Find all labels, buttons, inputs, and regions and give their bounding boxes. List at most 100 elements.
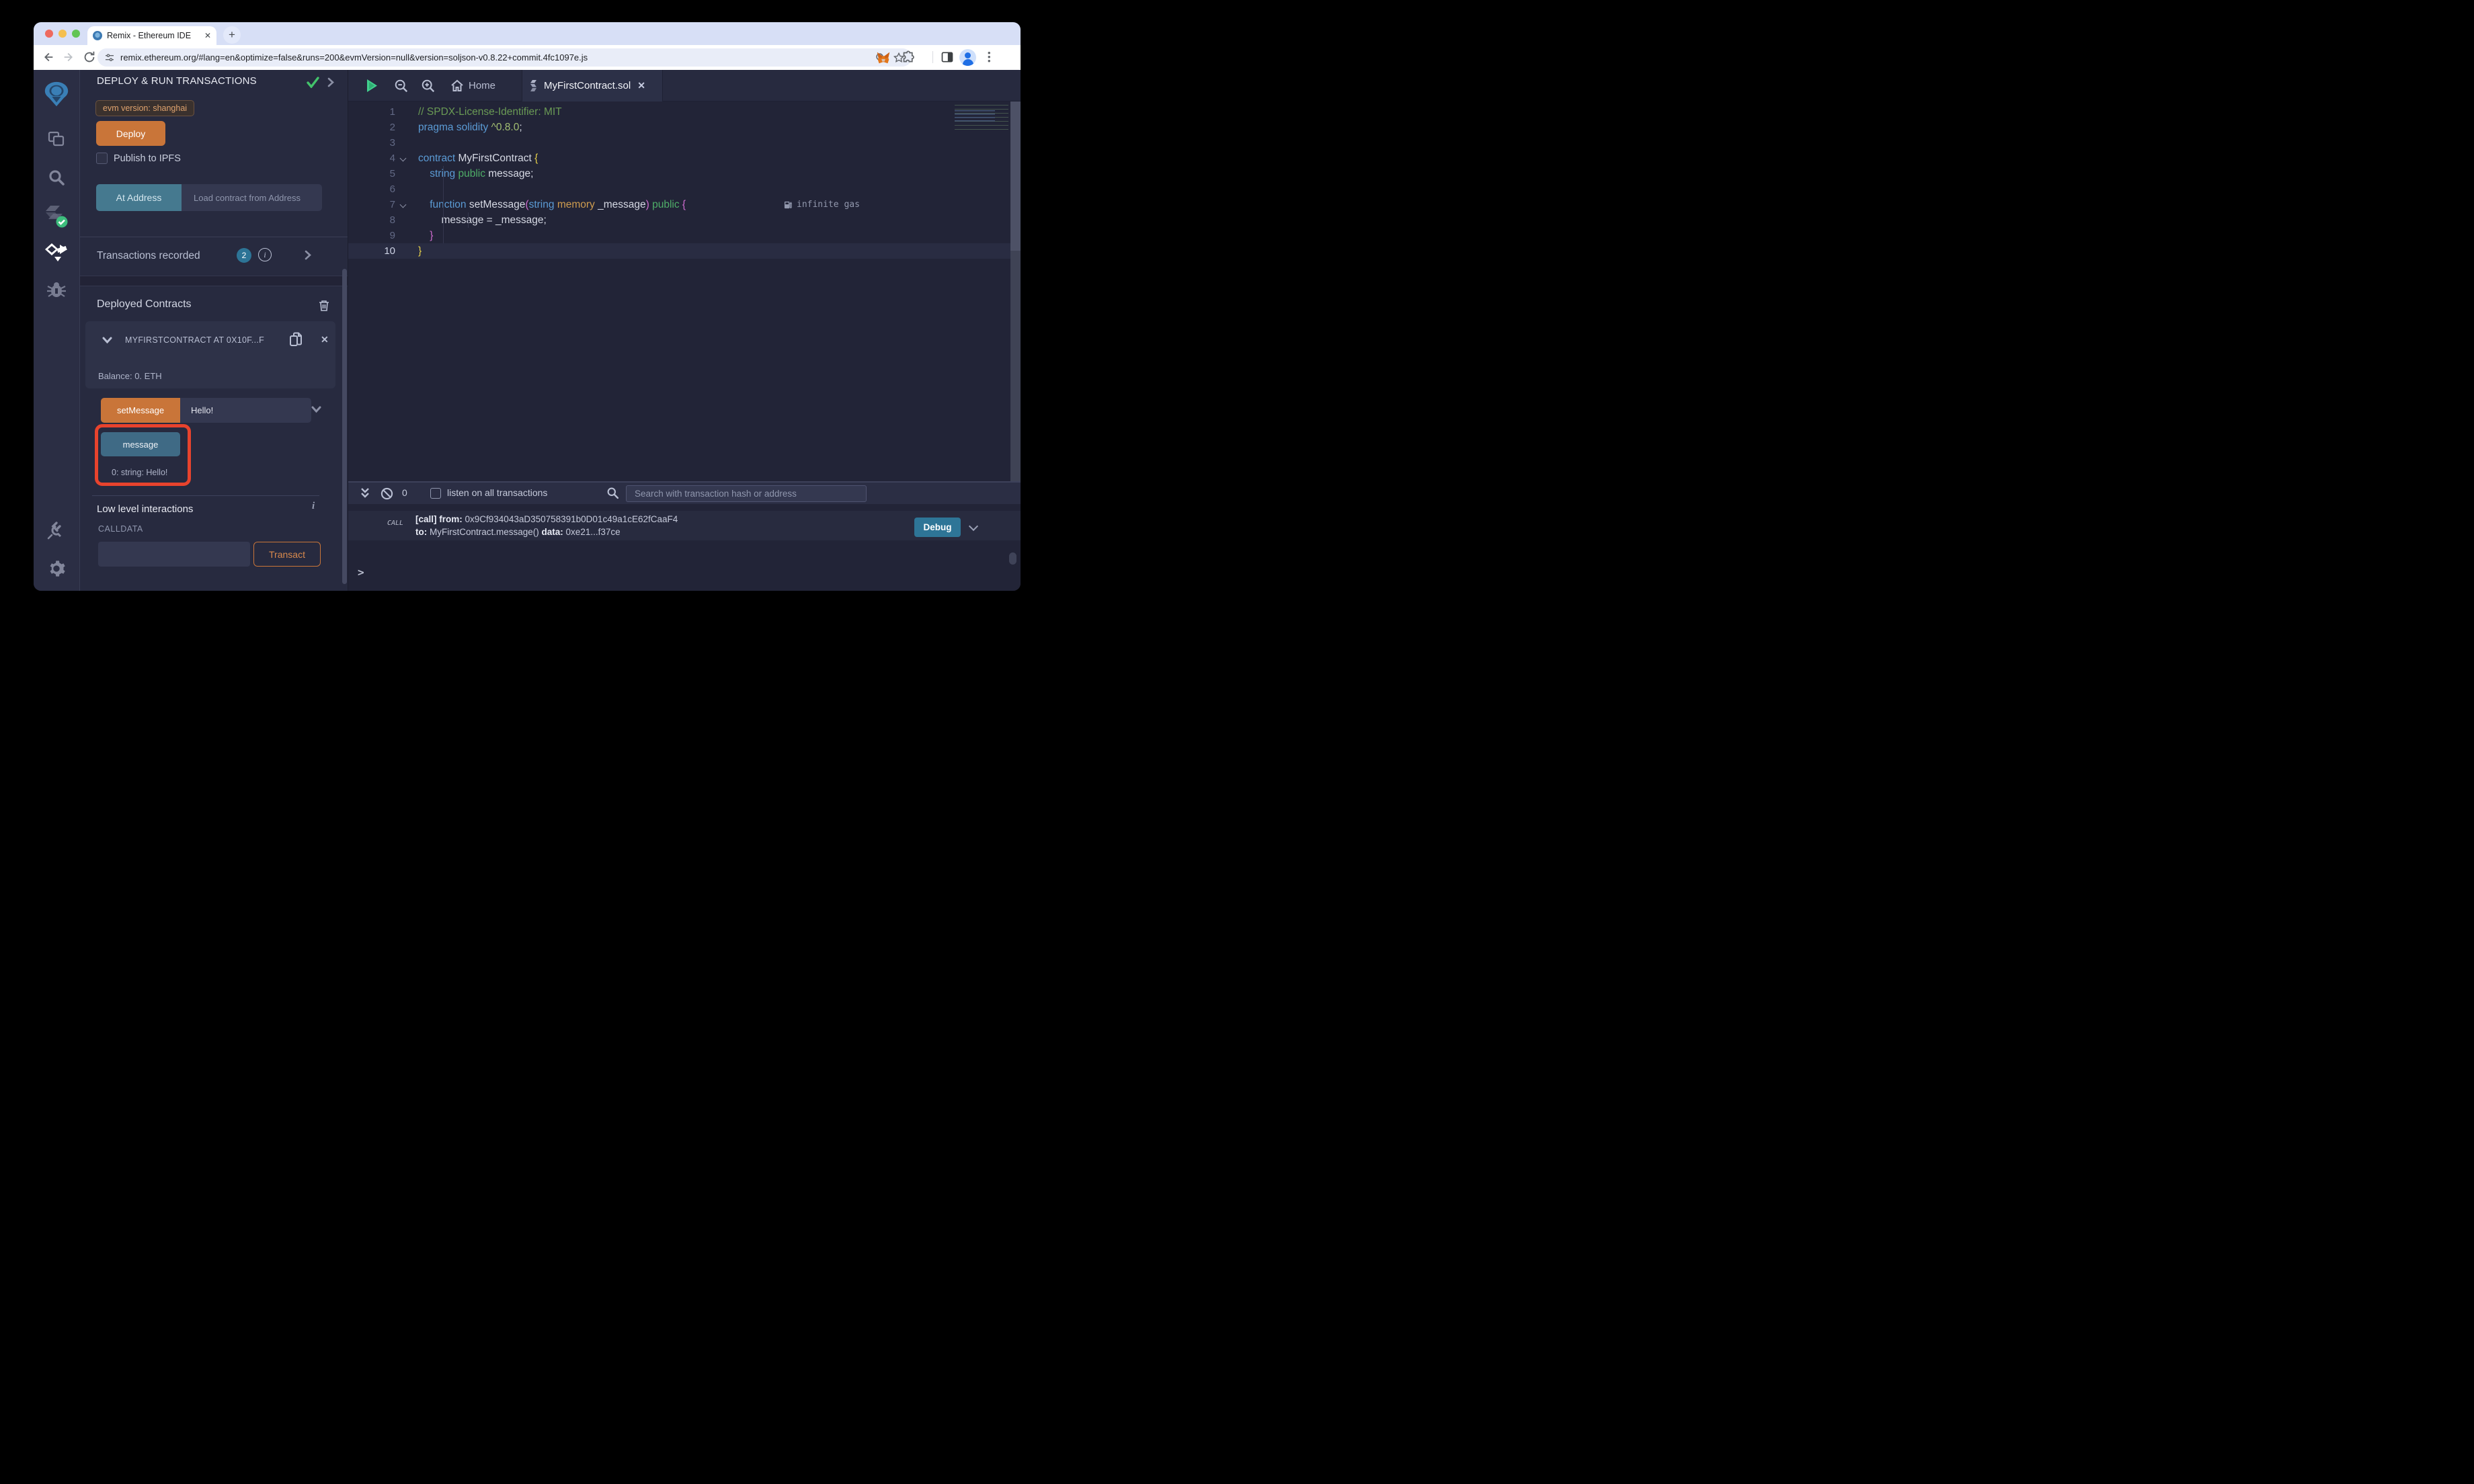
copy-address-icon[interactable] bbox=[289, 332, 303, 348]
calldata-input[interactable] bbox=[98, 542, 250, 567]
close-window-button[interactable] bbox=[45, 30, 53, 38]
code-line[interactable]: 10} bbox=[348, 243, 1021, 259]
fold-chevron-icon[interactable] bbox=[400, 202, 407, 208]
publish-ipfs-checkbox[interactable] bbox=[96, 153, 108, 164]
code-line[interactable]: 3 bbox=[348, 135, 1021, 151]
at-address-group: At Address Load contract from Address bbox=[96, 184, 322, 211]
home-tab-label: Home bbox=[469, 80, 495, 91]
forward-icon[interactable] bbox=[62, 50, 77, 65]
search-icon[interactable] bbox=[34, 169, 79, 186]
clear-contracts-trash-icon[interactable] bbox=[319, 300, 329, 312]
section-gap bbox=[80, 276, 348, 286]
set-message-input[interactable]: Hello! bbox=[180, 398, 311, 423]
terminal-prompt[interactable]: > bbox=[358, 566, 364, 579]
listen-all-checkbox[interactable] bbox=[430, 488, 441, 499]
file-explorer-icon[interactable] bbox=[34, 131, 79, 147]
low-level-info-icon[interactable]: i bbox=[312, 501, 315, 512]
metamask-extension-icon[interactable] bbox=[876, 50, 891, 65]
omnibox[interactable]: remix.ethereum.org/#lang=en&optimize=fal… bbox=[97, 48, 912, 67]
set-message-expand-chevron-icon[interactable] bbox=[311, 406, 321, 413]
contract-card-header[interactable]: MYFIRSTCONTRACT AT 0X10F...F ✕ bbox=[85, 332, 335, 349]
publish-ipfs-label[interactable]: Publish to IPFS bbox=[114, 153, 181, 164]
zoom-window-button[interactable] bbox=[72, 30, 80, 38]
solidity-compiler-icon[interactable] bbox=[34, 204, 79, 229]
file-tab-label: MyFirstContract.sol bbox=[544, 80, 631, 91]
calldata-label: CALLDATA bbox=[98, 524, 143, 534]
expand-terminal-double-chevron-icon[interactable] bbox=[360, 487, 370, 499]
panel-title: DEPLOY & RUN TRANSACTIONS bbox=[97, 75, 257, 87]
file-tab-active[interactable]: MyFirstContract.sol ✕ bbox=[522, 70, 663, 101]
code-line[interactable]: 4contract MyFirstContract { bbox=[348, 151, 1021, 166]
indent-guide bbox=[468, 212, 469, 228]
zoom-in-icon[interactable] bbox=[421, 79, 436, 93]
screenshot: Remix - Ethereum IDE ✕ + remix.ethereum.… bbox=[0, 0, 1054, 632]
compile-success-check-icon bbox=[307, 77, 319, 88]
code-line[interactable]: 8 message = _message; bbox=[348, 212, 1021, 228]
extensions-puzzle-icon[interactable] bbox=[902, 50, 916, 65]
terminal-search-input[interactable]: Search with transaction hash or address bbox=[626, 485, 867, 502]
profile-avatar[interactable] bbox=[959, 49, 976, 66]
deploy-run-icon[interactable] bbox=[34, 243, 79, 262]
minimap[interactable] bbox=[955, 104, 1008, 133]
message-result-text: 0: string: Hello! bbox=[112, 468, 167, 477]
reload-icon[interactable] bbox=[82, 50, 97, 65]
home-tab[interactable]: Home bbox=[450, 70, 495, 101]
debugger-icon[interactable] bbox=[34, 281, 79, 298]
browser-tab[interactable]: Remix - Ethereum IDE ✕ bbox=[87, 26, 216, 45]
panel-collapse-chevron-icon[interactable] bbox=[327, 77, 334, 87]
terminal-log-row[interactable]: CALL [call] from: 0x9Cf934043aD350758391… bbox=[348, 511, 1021, 540]
debug-button[interactable]: Debug bbox=[914, 518, 961, 537]
contract-title: MYFIRSTCONTRACT AT 0X10F...F bbox=[125, 335, 282, 345]
browser-menu-icon[interactable]: ••• bbox=[988, 51, 990, 63]
deployed-contracts-title: Deployed Contracts bbox=[97, 298, 192, 311]
editor-scrollbar[interactable] bbox=[1010, 101, 1021, 481]
tab-title: Remix - Ethereum IDE bbox=[107, 31, 200, 40]
indent-guide bbox=[443, 166, 444, 243]
deploy-run-panel: DEPLOY & RUN TRANSACTIONS evm version: s… bbox=[80, 70, 348, 591]
transact-button[interactable]: Transact bbox=[253, 542, 321, 567]
terminal-toolbar: 0 listen on all transactions Search with… bbox=[348, 483, 1021, 504]
settings-gear-icon[interactable] bbox=[34, 559, 79, 578]
panel-divider-2 bbox=[92, 495, 319, 496]
at-address-button[interactable]: At Address bbox=[96, 184, 182, 211]
url-text[interactable]: remix.ethereum.org/#lang=en&optimize=fal… bbox=[120, 52, 875, 63]
evm-version-badge: evm version: shanghai bbox=[95, 100, 194, 116]
zoom-out-icon[interactable] bbox=[394, 79, 409, 93]
code-line[interactable]: 9 } bbox=[348, 228, 1021, 243]
code-line[interactable]: 6 bbox=[348, 181, 1021, 197]
panel-scrollbar[interactable] bbox=[342, 269, 347, 584]
tab-close-icon[interactable]: ✕ bbox=[204, 31, 211, 40]
deploy-button[interactable]: Deploy bbox=[96, 121, 165, 146]
fold-chevron-icon[interactable] bbox=[400, 155, 407, 162]
transactions-info-icon[interactable]: i bbox=[258, 248, 272, 261]
clear-console-icon[interactable] bbox=[381, 487, 393, 500]
code-line[interactable]: 1// SPDX-License-Identifier: MIT bbox=[348, 104, 1021, 120]
listen-all-label[interactable]: listen on all transactions bbox=[447, 487, 547, 498]
minimize-window-button[interactable] bbox=[58, 30, 67, 38]
plugin-manager-icon[interactable] bbox=[34, 521, 79, 540]
run-script-play-icon[interactable] bbox=[366, 79, 378, 93]
set-message-row: setMessage Hello! bbox=[101, 398, 311, 423]
message-getter-button[interactable]: message bbox=[101, 432, 180, 456]
log-expand-chevron-icon[interactable] bbox=[969, 522, 978, 531]
transactions-expand-chevron-icon[interactable] bbox=[305, 250, 311, 260]
contract-collapse-chevron-icon[interactable] bbox=[102, 337, 112, 343]
remove-contract-icon[interactable]: ✕ bbox=[321, 334, 329, 345]
code-editor[interactable]: 1// SPDX-License-Identifier: MIT2pragma … bbox=[348, 101, 1021, 481]
browser-window: Remix - Ethereum IDE ✕ + remix.ethereum.… bbox=[34, 22, 1021, 591]
set-message-button[interactable]: setMessage bbox=[101, 398, 180, 423]
back-icon[interactable] bbox=[40, 50, 55, 65]
at-address-input[interactable]: Load contract from Address bbox=[182, 184, 322, 211]
terminal-scrollbar-thumb[interactable] bbox=[1009, 552, 1016, 565]
code-line[interactable]: 7 function setMessage(string memory _mes… bbox=[348, 197, 1021, 212]
code-lines: 1// SPDX-License-Identifier: MIT2pragma … bbox=[348, 104, 1021, 259]
contract-balance: Balance: 0. ETH bbox=[98, 371, 162, 381]
code-line[interactable]: 2pragma solidity ^0.8.0; bbox=[348, 120, 1021, 135]
file-tab-close-icon[interactable]: ✕ bbox=[637, 80, 645, 91]
site-info-icon[interactable] bbox=[104, 52, 115, 63]
code-line[interactable]: 5 string public message; bbox=[348, 166, 1021, 181]
sidebar-toggle-icon[interactable] bbox=[941, 50, 954, 64]
terminal: 0 listen on all transactions Search with… bbox=[348, 481, 1021, 591]
remix-logo-icon[interactable] bbox=[34, 79, 79, 109]
new-tab-button[interactable]: + bbox=[223, 26, 241, 44]
